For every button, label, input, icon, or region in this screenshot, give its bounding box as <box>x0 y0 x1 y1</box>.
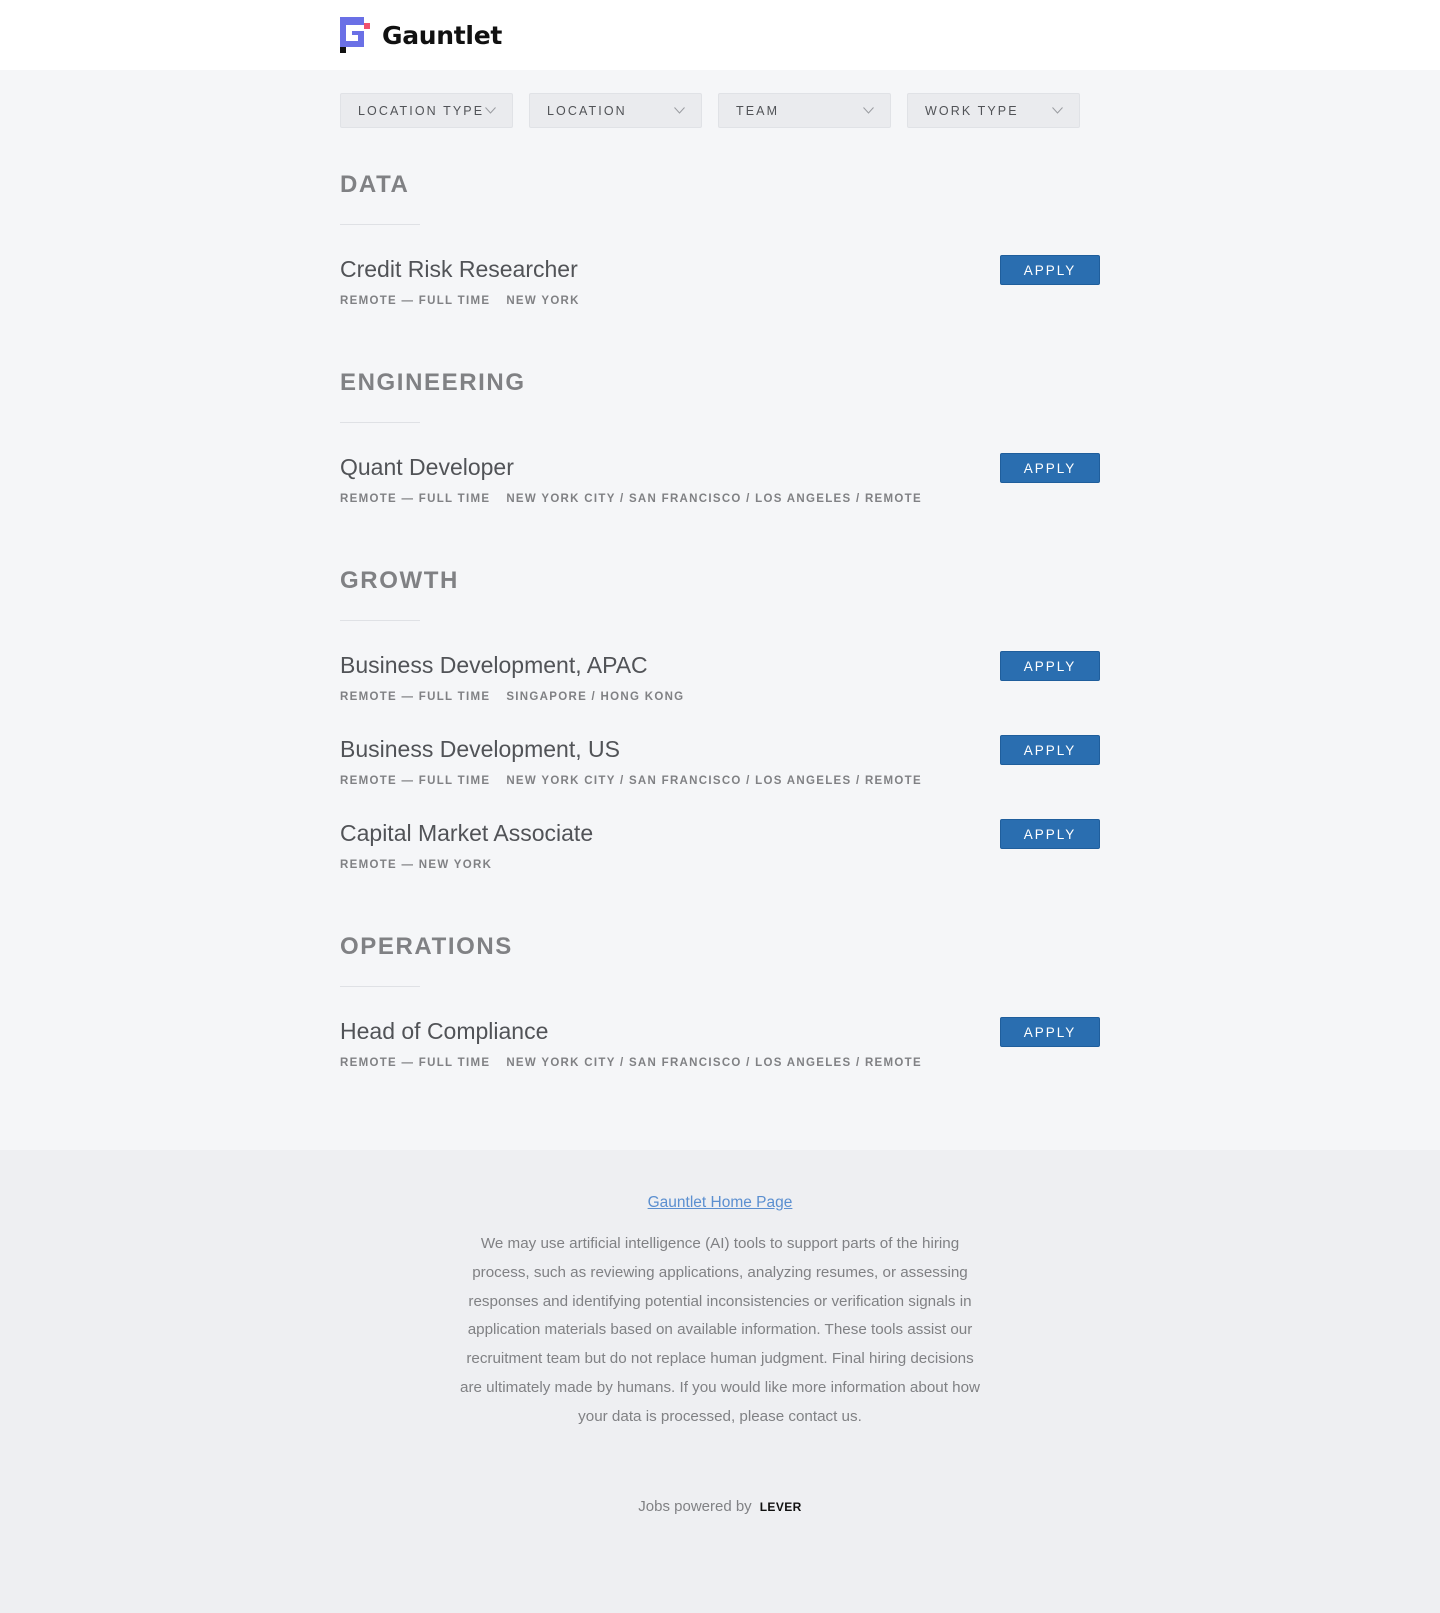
posting-commitment: REMOTE — FULL TIME <box>340 691 491 703</box>
group-title: ENGINEERING <box>340 369 526 396</box>
filter-bar: LOCATION TYPE LOCATION TEAM WORK TYPE <box>340 93 1080 128</box>
group-data: DATA Credit Risk Researcher REMOTE — FUL… <box>340 170 1100 307</box>
brand-name: Gauntlet <box>382 20 503 50</box>
footer-link-wrap: Gauntlet Home Page <box>0 1194 1440 1212</box>
apply-button[interactable]: APPLY <box>1000 453 1100 483</box>
divider <box>340 986 420 987</box>
ai-disclaimer: We may use artificial intelligence (AI) … <box>460 1235 981 1425</box>
group-title: GROWTH <box>340 567 459 594</box>
gauntlet-logo-icon <box>340 17 370 53</box>
filter-label: TEAM <box>736 103 780 118</box>
posting: Business Development, APAC REMOTE — FULL… <box>340 651 1100 711</box>
posting-meta: REMOTE — FULL TIME SINGAPORE / HONG KONG <box>340 690 684 704</box>
group-operations: OPERATIONS Head of Compliance REMOTE — F… <box>340 932 1100 1069</box>
chevron-down-icon <box>1052 107 1063 114</box>
home-page-link[interactable]: Gauntlet Home Page <box>648 1194 793 1211</box>
posting-title-link[interactable]: Business Development, APAC <box>340 651 648 679</box>
top-bar: Gauntlet <box>0 0 1440 70</box>
apply-button[interactable]: APPLY <box>1000 735 1100 765</box>
posting-location: NEW YORK CITY / SAN FRANCISCO / LOS ANGE… <box>506 493 922 505</box>
filter-label: LOCATION TYPE <box>358 103 485 118</box>
filter-team[interactable]: TEAM <box>718 93 891 128</box>
posting: Head of Compliance REMOTE — FULL TIME NE… <box>340 1017 1100 1077</box>
posting: Quant Developer REMOTE — FULL TIME NEW Y… <box>340 453 1100 513</box>
group-engineering: ENGINEERING Quant Developer REMOTE — FUL… <box>340 368 1100 505</box>
posting-meta: REMOTE — NEW YORK <box>340 858 492 872</box>
posting-location: NEW YORK CITY / SAN FRANCISCO / LOS ANGE… <box>506 1057 922 1069</box>
divider <box>340 620 420 621</box>
posting-meta: REMOTE — FULL TIME NEW YORK CITY / SAN F… <box>340 774 922 788</box>
apply-button[interactable]: APPLY <box>1000 255 1100 285</box>
footer: Gauntlet Home Page We may use artificial… <box>0 1150 1440 1613</box>
brand-logo[interactable]: Gauntlet <box>340 17 502 53</box>
posting-meta: REMOTE — FULL TIME NEW YORK CITY / SAN F… <box>340 492 922 506</box>
apply-button[interactable]: APPLY <box>1000 1017 1100 1047</box>
posting-meta: REMOTE — FULL TIME NEW YORK CITY / SAN F… <box>340 1056 922 1070</box>
filter-location[interactable]: LOCATION <box>529 93 702 128</box>
posting-commitment: REMOTE — FULL TIME <box>340 295 491 307</box>
posting-location: NEW YORK <box>506 295 580 307</box>
posting-title-link[interactable]: Head of Compliance <box>340 1017 548 1045</box>
posting: Capital Market Associate REMOTE — NEW YO… <box>340 819 1100 879</box>
posting-title-link[interactable]: Business Development, US <box>340 735 620 763</box>
filter-location-type[interactable]: LOCATION TYPE <box>340 93 513 128</box>
posting: Credit Risk Researcher REMOTE — FULL TIM… <box>340 255 1100 315</box>
chevron-down-icon <box>485 107 496 114</box>
posting-title-link[interactable]: Capital Market Associate <box>340 819 593 847</box>
posting-meta: REMOTE — FULL TIME NEW YORK <box>340 294 580 308</box>
posting-commitment: REMOTE — FULL TIME <box>340 1057 491 1069</box>
chevron-down-icon <box>674 107 685 114</box>
filter-work-type[interactable]: WORK TYPE <box>907 93 1080 128</box>
posting-commitment: REMOTE — FULL TIME <box>340 775 491 787</box>
chevron-down-icon <box>863 107 874 114</box>
posting-commitment: REMOTE — NEW YORK <box>340 859 493 871</box>
posting-title-link[interactable]: Quant Developer <box>340 453 514 481</box>
powered-by[interactable]: Jobs powered by LEVER <box>0 1498 1440 1515</box>
group-title: DATA <box>340 171 410 198</box>
apply-button[interactable]: APPLY <box>1000 651 1100 681</box>
group-growth: GROWTH Business Development, APAC REMOTE… <box>340 566 1100 871</box>
posting-commitment: REMOTE — FULL TIME <box>340 493 491 505</box>
posting-location: NEW YORK CITY / SAN FRANCISCO / LOS ANGE… <box>506 775 922 787</box>
group-title: OPERATIONS <box>340 933 513 960</box>
filter-label: WORK TYPE <box>925 103 1019 118</box>
posting: Business Development, US REMOTE — FULL T… <box>340 735 1100 795</box>
lever-logo: LEVER <box>759 1499 802 1514</box>
powered-by-text: Jobs powered by <box>638 1498 752 1515</box>
filter-label: LOCATION <box>547 103 627 118</box>
posting-location: SINGAPORE / HONG KONG <box>506 691 685 703</box>
apply-button[interactable]: APPLY <box>1000 819 1100 849</box>
divider <box>340 422 420 423</box>
posting-title-link[interactable]: Credit Risk Researcher <box>340 255 578 283</box>
divider <box>340 224 420 225</box>
